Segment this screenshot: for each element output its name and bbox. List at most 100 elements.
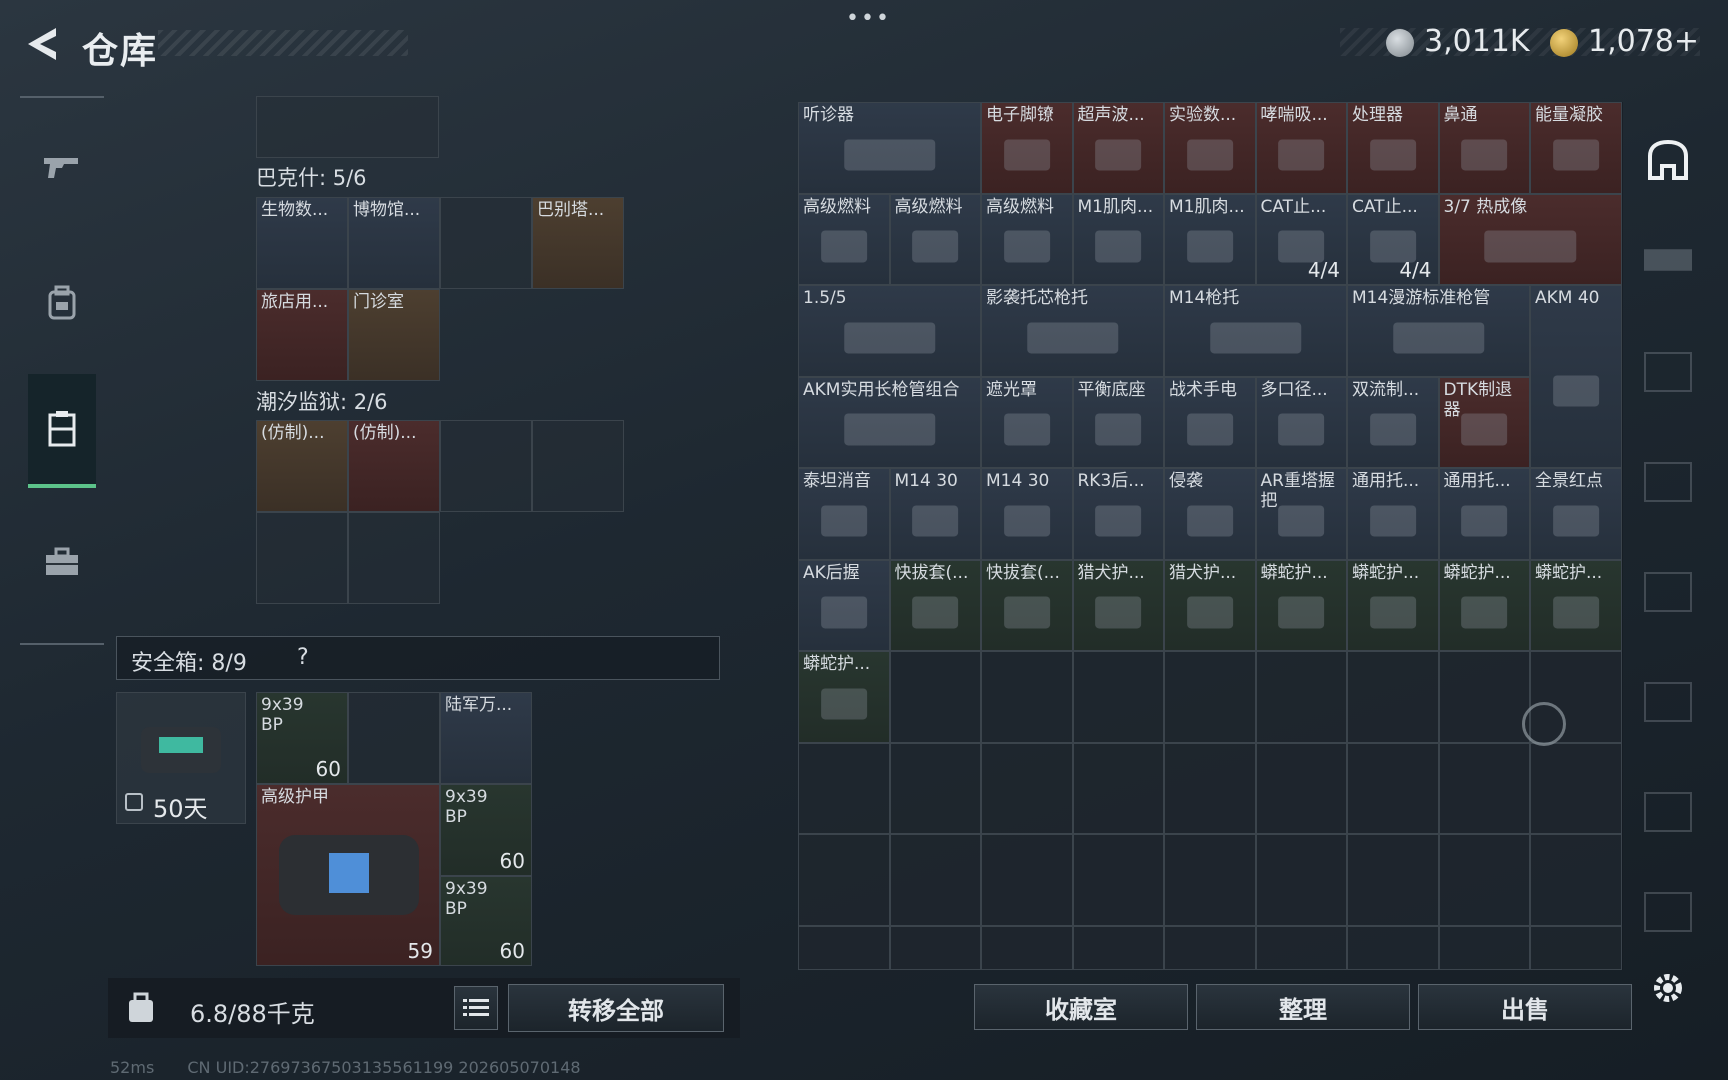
- stash-item[interactable]: CAT止... 4/4: [1347, 193, 1439, 285]
- stash-item[interactable]: M1肌肉...: [1072, 193, 1164, 285]
- stash-item[interactable]: 鼻通: [1438, 102, 1530, 194]
- container-slot[interactable]: [256, 96, 439, 158]
- empty-slot[interactable]: [1072, 925, 1164, 970]
- stash-item[interactable]: 多口径...: [1255, 376, 1347, 468]
- empty-slot[interactable]: [889, 834, 981, 926]
- stash-item[interactable]: M1肌肉...: [1164, 193, 1256, 285]
- empty-slot[interactable]: [1347, 834, 1439, 926]
- empty-slot[interactable]: [1072, 742, 1164, 834]
- stash-item[interactable]: 3/7 热成像: [1438, 193, 1622, 285]
- stash-item[interactable]: 通用托...: [1438, 468, 1530, 560]
- stash-item[interactable]: 实验数...: [1164, 102, 1256, 194]
- tab-icon[interactable]: [1644, 572, 1692, 612]
- transfer-all-button[interactable]: 转移全部: [508, 984, 724, 1032]
- stash-item[interactable]: 影袭托芯枪托: [981, 285, 1164, 377]
- empty-slot[interactable]: [1164, 742, 1256, 834]
- stash-item[interactable]: M14枪托: [1164, 285, 1347, 377]
- stash-item[interactable]: DTK制退器: [1438, 376, 1530, 468]
- stash-item[interactable]: 泰坦消音: [798, 468, 890, 560]
- stash-item[interactable]: AR重塔握把: [1255, 468, 1347, 560]
- ammo-slot[interactable]: 9x39 BP 60: [440, 784, 532, 876]
- empty-slot[interactable]: [1255, 651, 1347, 743]
- empty-slot[interactable]: [1072, 651, 1164, 743]
- stash-item[interactable]: CAT止... 4/4: [1255, 193, 1347, 285]
- empty-slot[interactable]: [1164, 834, 1256, 926]
- stash-item[interactable]: M14 30: [889, 468, 981, 560]
- target-icon[interactable]: [1522, 702, 1566, 746]
- item-slot[interactable]: 门诊室: [348, 289, 440, 381]
- tab-icon[interactable]: [1644, 792, 1692, 832]
- empty-slot[interactable]: [1530, 742, 1622, 834]
- nav-weapons[interactable]: [28, 112, 96, 222]
- empty-slot[interactable]: [1255, 742, 1347, 834]
- empty-slot[interactable]: [1072, 834, 1164, 926]
- stash-item[interactable]: 战术手电: [1164, 376, 1256, 468]
- empty-slot[interactable]: [1530, 925, 1622, 970]
- stash-item[interactable]: RK3后...: [1072, 468, 1164, 560]
- list-view-button[interactable]: [454, 986, 498, 1030]
- back-button[interactable]: [20, 22, 60, 66]
- sell-button[interactable]: 出售: [1418, 984, 1632, 1030]
- empty-slot[interactable]: [981, 742, 1073, 834]
- nav-backpack[interactable]: [28, 248, 96, 358]
- stash-item[interactable]: 电子脚镣: [981, 102, 1073, 194]
- empty-slot[interactable]: [348, 512, 440, 604]
- item-slot[interactable]: 巴别塔...: [532, 197, 624, 289]
- collection-room-button[interactable]: 收藏室: [974, 984, 1188, 1030]
- empty-slot[interactable]: [440, 420, 532, 512]
- empty-slot[interactable]: [1347, 651, 1439, 743]
- stash-item[interactable]: 侵袭: [1164, 468, 1256, 560]
- empty-slot[interactable]: [532, 420, 624, 512]
- tab-icon[interactable]: [1644, 462, 1692, 502]
- stash-item[interactable]: 蟒蛇护...: [1530, 559, 1622, 651]
- empty-slot[interactable]: [798, 834, 890, 926]
- stash-item[interactable]: 遮光罩: [981, 376, 1073, 468]
- stash-item[interactable]: 超声波...: [1072, 102, 1164, 194]
- armor-slot[interactable]: 高级护甲 59: [256, 784, 440, 966]
- empty-slot[interactable]: [1530, 834, 1622, 926]
- stash-item[interactable]: AKM实用长枪管组合: [798, 376, 981, 468]
- empty-slot[interactable]: [1164, 925, 1256, 970]
- stash-item[interactable]: AK后握: [798, 559, 890, 651]
- stash-item[interactable]: 蟒蛇护...: [1347, 559, 1439, 651]
- empty-slot[interactable]: [440, 197, 532, 289]
- stash-item[interactable]: 高级燃料: [981, 193, 1073, 285]
- stash-item[interactable]: 听诊器: [798, 102, 981, 194]
- nav-inventory[interactable]: [28, 374, 96, 488]
- empty-slot[interactable]: [1438, 925, 1530, 970]
- empty-slot[interactable]: [798, 742, 890, 834]
- ammo-slot[interactable]: 9x39 BP 60: [440, 876, 532, 966]
- empty-slot[interactable]: [1347, 742, 1439, 834]
- empty-slot[interactable]: [981, 834, 1073, 926]
- stash-item[interactable]: 哮喘吸...: [1255, 102, 1347, 194]
- nav-briefcase[interactable]: [28, 508, 96, 618]
- stash-item[interactable]: 全景红点: [1530, 468, 1622, 560]
- stash-item[interactable]: 猎犬护...: [1164, 559, 1256, 651]
- empty-slot[interactable]: [1347, 925, 1439, 970]
- item-slot[interactable]: (仿制)...: [256, 420, 348, 512]
- stash-item[interactable]: 快拔套(...: [889, 559, 981, 651]
- stash-item[interactable]: 高级燃料: [889, 193, 981, 285]
- stash-item[interactable]: 通用托...: [1347, 468, 1439, 560]
- item-slot[interactable]: 旅店用...: [256, 289, 348, 381]
- stash-item[interactable]: AKM 40: [1530, 285, 1622, 468]
- empty-slot[interactable]: [1438, 834, 1530, 926]
- tab-icon[interactable]: [1644, 682, 1692, 722]
- item-slot[interactable]: 博物馆...: [348, 197, 440, 289]
- stash-item[interactable]: 蟒蛇护...: [1438, 559, 1530, 651]
- stash-item[interactable]: 快拔套(...: [981, 559, 1073, 651]
- tab-icon[interactable]: [1644, 352, 1692, 392]
- empty-slot[interactable]: [1438, 651, 1530, 743]
- stash-item[interactable]: 平衡底座: [1072, 376, 1164, 468]
- empty-slot[interactable]: [889, 742, 981, 834]
- empty-slot[interactable]: [889, 651, 981, 743]
- tab-icon[interactable]: [1644, 892, 1692, 932]
- empty-slot[interactable]: [348, 692, 440, 784]
- empty-slot[interactable]: [981, 651, 1073, 743]
- ammo-slot[interactable]: 9x39 BP 60: [256, 692, 348, 784]
- stash-item[interactable]: 能量凝胶: [1530, 102, 1622, 194]
- gold-currency[interactable]: 1,078+: [1588, 24, 1699, 59]
- settings-button[interactable]: [1648, 968, 1688, 1012]
- empty-slot[interactable]: [256, 512, 348, 604]
- stash-item[interactable]: M14 30: [981, 468, 1073, 560]
